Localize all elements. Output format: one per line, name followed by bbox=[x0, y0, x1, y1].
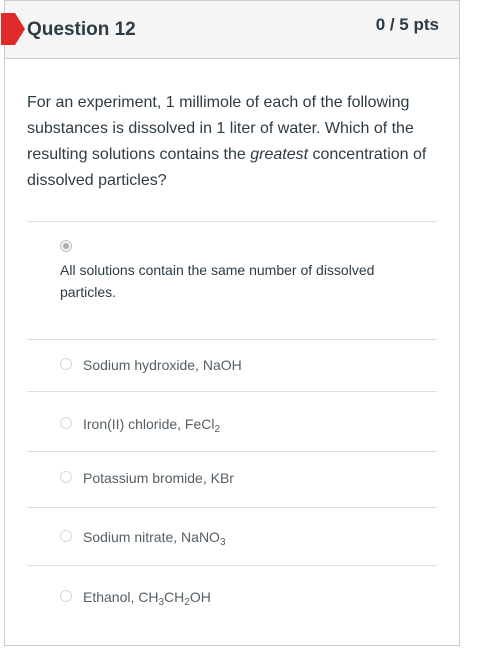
radio-icon[interactable] bbox=[60, 530, 72, 542]
divider bbox=[27, 221, 437, 222]
divider bbox=[27, 507, 437, 508]
radio-icon[interactable] bbox=[60, 358, 72, 370]
radio-icon[interactable] bbox=[60, 417, 72, 429]
divider bbox=[27, 339, 437, 340]
answer-option-label: Iron(II) chloride, FeCl2 bbox=[83, 416, 221, 435]
answer-option-label: Potassium bromide, KBr bbox=[83, 470, 234, 486]
question-title: Question 12 bbox=[27, 19, 136, 40]
radio-icon[interactable] bbox=[60, 471, 72, 483]
question-points: 0 / 5 pts bbox=[375, 15, 439, 34]
divider bbox=[27, 565, 437, 566]
question-card: Question 12 0 / 5 pts For an experiment,… bbox=[1, 0, 460, 646]
radio-icon[interactable] bbox=[60, 590, 72, 602]
answer-option-label: Sodium hydroxide, NaOH bbox=[83, 357, 242, 373]
divider bbox=[27, 391, 437, 392]
selected-radio-icon[interactable] bbox=[60, 240, 72, 252]
divider bbox=[27, 451, 437, 452]
question-header: Question 12 0 / 5 pts bbox=[1, 1, 459, 59]
selected-answer-label: All solutions contain the same number of… bbox=[60, 262, 375, 300]
question-text-emphasis: greatest bbox=[250, 146, 309, 163]
answer-option-label: Sodium nitrate, NaNO3 bbox=[83, 529, 226, 548]
flag-icon[interactable] bbox=[1, 13, 25, 45]
question-text: For an experiment, 1 millimole of each o… bbox=[27, 90, 447, 194]
answer-option-label: Ethanol, CH3CH2OH bbox=[83, 589, 211, 608]
